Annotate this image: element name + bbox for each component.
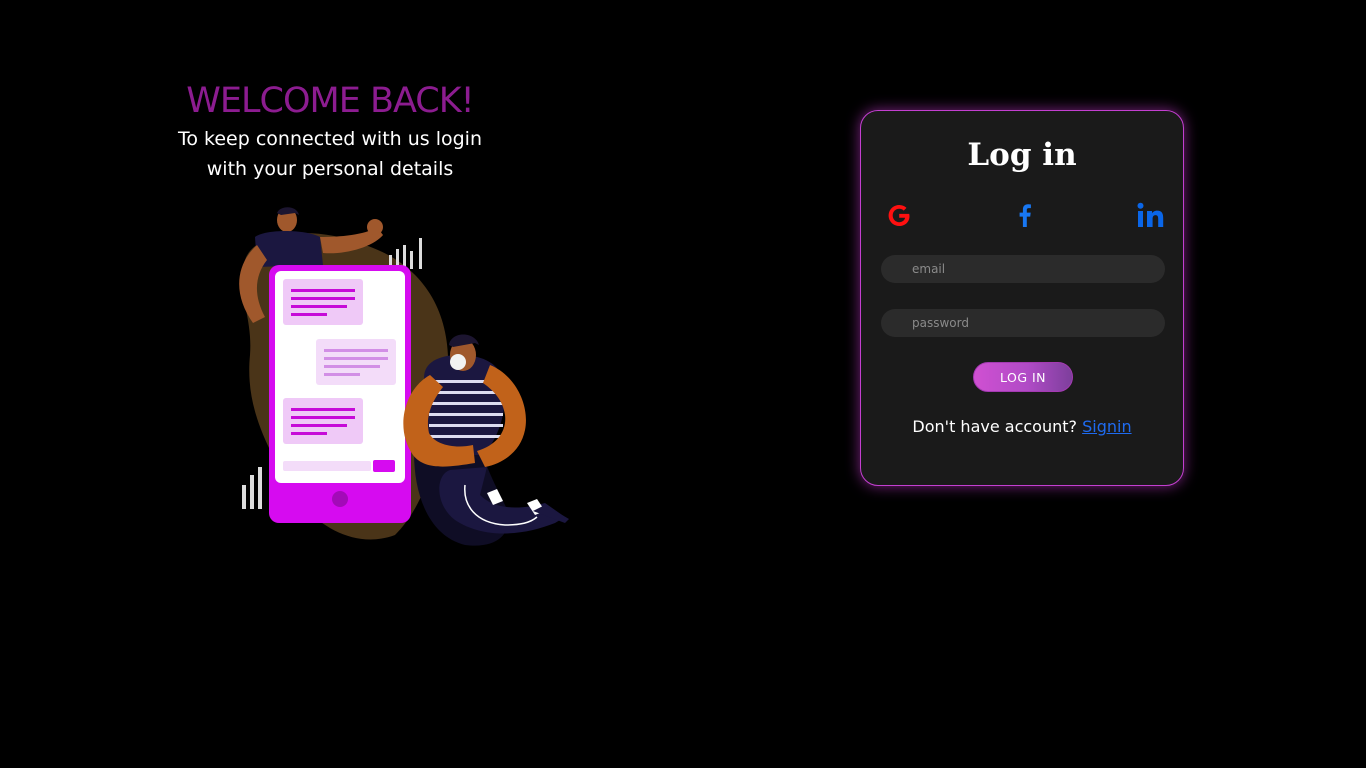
welcome-subtitle: To keep connected with us login with you… <box>178 128 482 180</box>
facebook-icon[interactable] <box>1007 197 1043 233</box>
no-account-text: Don't have account? <box>912 417 1083 436</box>
welcome-title: WELCOME BACK! <box>186 81 474 121</box>
login-button[interactable]: LOG IN <box>973 362 1073 392</box>
password-field[interactable] <box>881 309 1165 337</box>
signup-link[interactable]: Signin <box>1082 417 1131 436</box>
social-login-row <box>881 197 1165 233</box>
email-field[interactable] <box>881 255 1165 283</box>
login-page: WELCOME BACK! To keep connected with us … <box>0 0 1366 768</box>
google-icon[interactable] <box>881 197 917 233</box>
linkedin-icon[interactable] <box>1135 197 1171 233</box>
login-title: Log in <box>967 137 1077 173</box>
login-card: Log in email LOG IN Don't have account? … <box>860 110 1184 486</box>
phone-chat-illustration <box>239 207 569 546</box>
welcome-section: WELCOME BACK! To keep connected with us … <box>130 78 530 184</box>
signup-prompt: Don't have account? Signin <box>861 417 1183 436</box>
